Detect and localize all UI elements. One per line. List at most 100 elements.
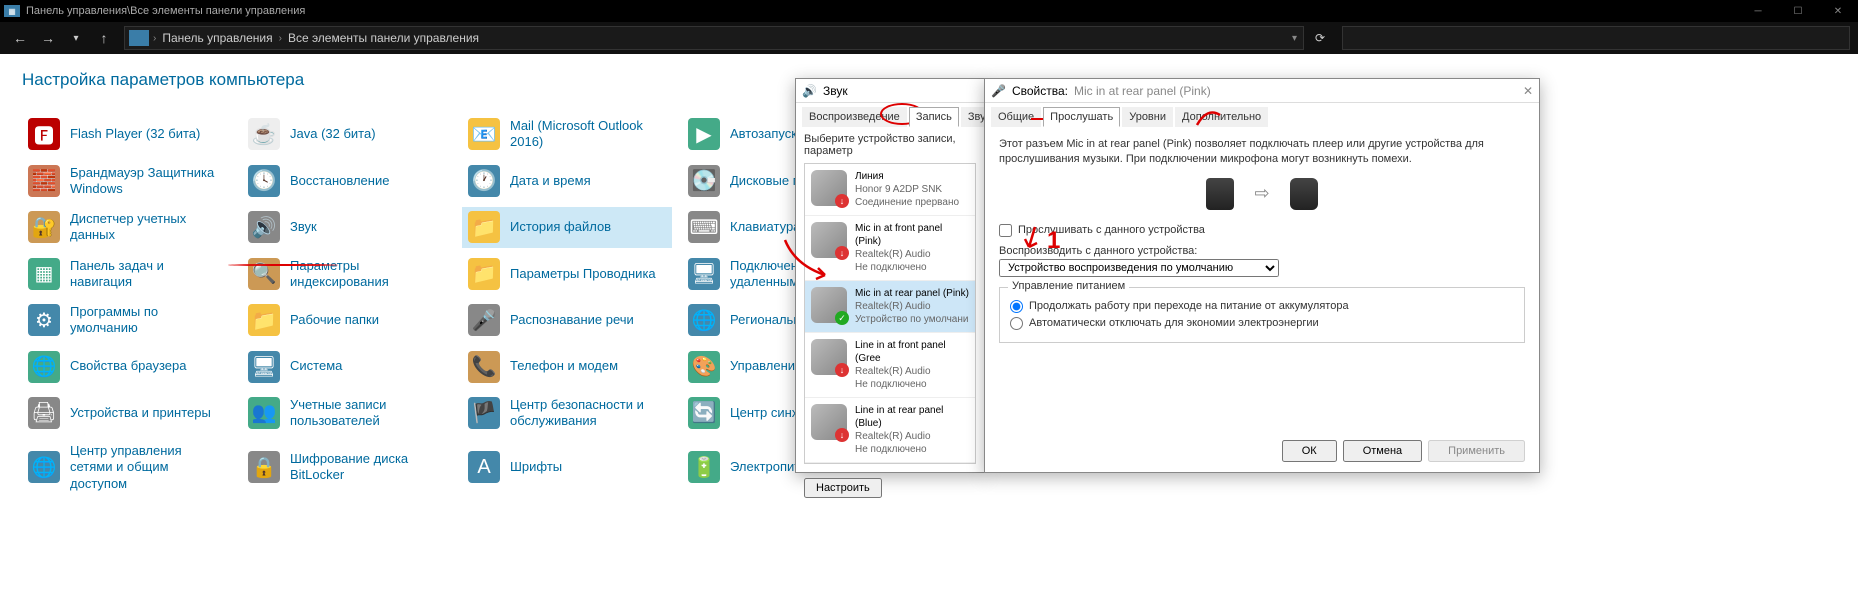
cp-item-label: Брандмауэр Защитника Windows bbox=[70, 165, 226, 198]
cp-item-icon: 📧 bbox=[468, 118, 500, 150]
cp-item-label: Диспетчер учетных данных bbox=[70, 211, 226, 244]
control-panel-item[interactable]: 🕓Восстановление bbox=[242, 161, 452, 202]
minimize-button[interactable]: ─ bbox=[1738, 0, 1778, 22]
back-button[interactable]: ← bbox=[8, 26, 32, 50]
cp-item-icon: 👥 bbox=[248, 397, 280, 429]
tab-запись[interactable]: Запись bbox=[909, 107, 959, 127]
control-panel-item[interactable]: 📞Телефон и модем bbox=[462, 347, 672, 387]
control-panel-item[interactable]: 🔒Шифрование диска BitLocker bbox=[242, 439, 452, 496]
control-panel-item[interactable]: 🏴Центр безопасности и обслуживания bbox=[462, 393, 672, 434]
cp-item-label: Flash Player (32 бита) bbox=[70, 126, 200, 142]
device-list[interactable]: ↓ЛинияHonor 9 A2DP SNKСоединение прерван… bbox=[804, 163, 976, 464]
tab-воспроизведение[interactable]: Воспроизведение bbox=[802, 107, 907, 127]
cp-item-icon: 🎨 bbox=[688, 351, 720, 383]
cp-item-icon: 🌐 bbox=[688, 304, 720, 336]
listen-checkbox[interactable] bbox=[999, 224, 1012, 237]
playback-label: Воспроизводить с данного устройства: bbox=[999, 245, 1525, 257]
apply-button[interactable]: Применить bbox=[1428, 440, 1525, 462]
close-button[interactable]: ✕ bbox=[1818, 0, 1858, 22]
control-panel-item[interactable]: 🕐Дата и время bbox=[462, 161, 672, 202]
control-panel-item[interactable]: 🌐Центр управления сетями и общим доступо… bbox=[22, 439, 232, 496]
dialog-footer: Настроить bbox=[796, 470, 984, 506]
device-status: Не подключено bbox=[855, 443, 969, 456]
device-item[interactable]: ↓ЛинияHonor 9 A2DP SNKСоединение прерван… bbox=[805, 164, 975, 216]
control-panel-item[interactable]: 📁Параметры Проводника bbox=[462, 254, 672, 295]
cp-item-label: Рабочие папки bbox=[290, 312, 379, 328]
cp-item-label: Автозапуск bbox=[730, 126, 797, 142]
control-panel-item[interactable]: 🖥Система bbox=[242, 347, 452, 387]
device-driver: Realtek(R) Audio bbox=[855, 365, 969, 378]
control-panel-item[interactable]: 🧱Брандмауэр Защитника Windows bbox=[22, 161, 232, 202]
cancel-button[interactable]: Отмена bbox=[1343, 440, 1422, 462]
cp-item-icon: 💽 bbox=[688, 165, 720, 197]
device-driver: Realtek(R) Audio bbox=[855, 248, 969, 261]
tab-общие[interactable]: Общие bbox=[991, 107, 1041, 127]
cp-item-icon: 🎤 bbox=[468, 304, 500, 336]
up-button[interactable]: ↑ bbox=[92, 26, 116, 50]
navigation-bar: ← → ▾ ↑ › Панель управления › Все элемен… bbox=[0, 22, 1858, 54]
cp-item-label: Центр безопасности и обслуживания bbox=[510, 397, 666, 430]
control-panel-item[interactable]: 🔐Диспетчер учетных данных bbox=[22, 207, 232, 248]
control-panel-item[interactable]: ⚙Программы по умолчанию bbox=[22, 300, 232, 341]
tab-уровни[interactable]: Уровни bbox=[1122, 107, 1173, 127]
control-panel-item[interactable]: ▦Панель задач и навигация bbox=[22, 254, 232, 295]
continue-on-battery-radio[interactable] bbox=[1010, 300, 1023, 313]
maximize-button[interactable]: ☐ bbox=[1778, 0, 1818, 22]
cp-item-icon: 🖥 bbox=[688, 258, 720, 290]
refresh-button[interactable]: ⟳ bbox=[1308, 31, 1332, 45]
recent-dropdown-icon[interactable]: ▾ bbox=[64, 26, 88, 50]
ok-button[interactable]: ОК bbox=[1282, 440, 1337, 462]
cp-item-icon: 📁 bbox=[468, 211, 500, 243]
cp-item-icon: 🔊 bbox=[248, 211, 280, 243]
forward-button[interactable]: → bbox=[36, 26, 60, 50]
control-panel-item[interactable]: 🔍Параметры индексирования bbox=[242, 254, 452, 295]
tab-прослушать[interactable]: Прослушать bbox=[1043, 107, 1120, 127]
search-input[interactable] bbox=[1342, 26, 1850, 50]
control-panel-icon: ▦ bbox=[4, 5, 20, 17]
control-panel-item[interactable]: 📁 Рабочие папки bbox=[242, 300, 452, 341]
control-panel-item[interactable]: AШрифты bbox=[462, 439, 672, 496]
configure-button[interactable]: Настроить bbox=[804, 478, 882, 498]
control-panel-item[interactable]: 🔊Звук bbox=[242, 207, 452, 248]
control-panel-item[interactable]: 🎤Распознавание речи bbox=[462, 300, 672, 341]
arrow-right-icon: ⇨ bbox=[1254, 183, 1269, 204]
power-management-group: Управление питанием Продолжать работу пр… bbox=[999, 287, 1525, 343]
address-bar[interactable]: › Панель управления › Все элементы панел… bbox=[124, 26, 1304, 50]
address-dropdown-icon[interactable]: ▾ bbox=[1286, 33, 1303, 44]
breadcrumb-item[interactable]: Все элементы панели управления bbox=[282, 31, 485, 45]
dialog-title: Звук bbox=[823, 84, 848, 98]
cp-item-icon: ⚙ bbox=[28, 304, 60, 336]
cp-item-label: Центр управления сетями и общим доступом bbox=[70, 443, 226, 492]
tab-дополнительно[interactable]: Дополнительно bbox=[1175, 107, 1268, 127]
speaker-icon: 🔊 bbox=[802, 84, 817, 98]
device-item[interactable]: ✓Mic in at rear panel (Pink)Realtek(R) A… bbox=[805, 281, 975, 333]
cp-item-label: Параметры индексирования bbox=[290, 258, 446, 291]
auto-disable-radio[interactable] bbox=[1010, 317, 1023, 330]
device-icon: ↓ bbox=[811, 170, 847, 206]
cp-item-label: Панель задач и навигация bbox=[70, 258, 226, 291]
device-item[interactable]: ↓Line in at front panel (GreeRealtek(R) … bbox=[805, 333, 975, 398]
control-panel-item[interactable]: 🖨Устройства и принтеры bbox=[22, 393, 232, 434]
device-driver: Realtek(R) Audio bbox=[855, 300, 969, 313]
device-item[interactable]: ↓Mic in at front panel (Pink)Realtek(R) … bbox=[805, 216, 975, 281]
device-icon: ↓ bbox=[811, 339, 847, 375]
cp-item-label: Параметры Проводника bbox=[510, 266, 656, 282]
cp-item-icon: 🖨 bbox=[28, 397, 60, 429]
control-panel-item[interactable]: 📁История файлов bbox=[462, 207, 672, 248]
control-panel-item[interactable]: ☕Java (32 бита) bbox=[242, 114, 452, 155]
control-panel-item[interactable]: 🌐Свойства браузера bbox=[22, 347, 232, 387]
cp-item-icon: 📁 bbox=[248, 304, 280, 336]
control-panel-item[interactable]: 📧Mail (Microsoft Outlook 2016) bbox=[462, 114, 672, 155]
listen-checkbox-label: Прослушивать с данного устройства bbox=[1018, 224, 1205, 236]
control-panel-item[interactable]: 🅵Flash Player (32 бита) bbox=[22, 114, 232, 155]
control-panel-item[interactable]: 👥Учетные записи пользователей bbox=[242, 393, 452, 434]
playback-device-select[interactable]: Устройство воспроизведения по умолчанию bbox=[999, 259, 1279, 277]
cp-item-label: Система bbox=[290, 358, 342, 374]
dialog-title-device: Mic in at rear panel (Pink) bbox=[1074, 84, 1211, 98]
device-item[interactable]: ↓Line in at rear panel (Blue)Realtek(R) … bbox=[805, 398, 975, 463]
breadcrumb-item[interactable]: Панель управления bbox=[156, 31, 278, 45]
cp-item-icon: ☕ bbox=[248, 118, 280, 150]
close-icon[interactable]: ✕ bbox=[1523, 84, 1533, 98]
device-icon: ↓ bbox=[811, 404, 847, 440]
device-status: Соединение прервано bbox=[855, 196, 959, 209]
